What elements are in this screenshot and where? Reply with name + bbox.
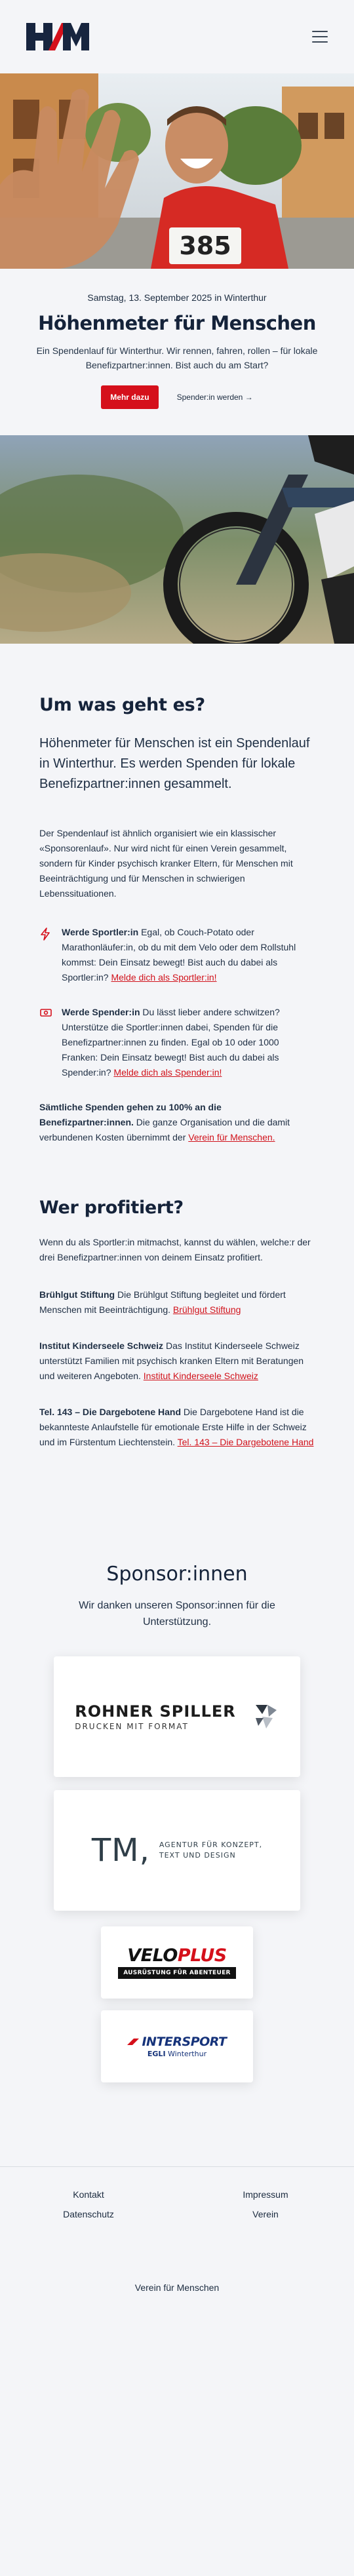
donor-text: Werde Spender:in Du lässt lieber andere … <box>62 1005 315 1080</box>
sponsor-logo-text: ROHNER SPILLER <box>75 1702 236 1721</box>
hamburger-line <box>312 31 328 32</box>
beneficiary-name: Institut Kinderseele Schweiz <box>39 1340 164 1351</box>
register-runner-link[interactable]: Melde dich als Sportler:in! <box>111 972 216 983</box>
association-link[interactable]: Verein für Menschen. <box>188 1132 275 1142</box>
sponsor-tagline: DRUCKEN MIT FORMAT <box>75 1722 189 1731</box>
beneficiary-link-bruehlgut[interactable]: Brühlgut Stiftung <box>173 1304 241 1315</box>
beneficiary-name: Brühlgut Stiftung <box>39 1289 115 1300</box>
logo-mark <box>26 23 89 50</box>
sponsor-veloplus[interactable]: VELOPLUS AUSRÜSTUNG FÜR ABENTEUER <box>101 1926 253 1999</box>
become-donor-link[interactable]: Spender:in werden → <box>177 393 253 402</box>
site-logo[interactable] <box>26 23 89 50</box>
site-footer: Kontakt Impressum Datenschutz Verein Ver… <box>0 2166 354 2319</box>
donation-note: Sämtliche Spenden gehen zu 100% an die B… <box>39 1100 315 1145</box>
sponsor-tagline: AUSRÜSTUNG FÜR ABENTEUER <box>118 1967 236 1979</box>
hamburger-line <box>312 36 328 37</box>
lightning-icon <box>39 925 54 985</box>
donor-role: Werde Spender:in Du lässt lieber andere … <box>39 1005 315 1080</box>
beneficiaries-title: Wer profitiert? <box>39 1198 184 1218</box>
footer-nav: Kontakt Impressum Datenschutz Verein <box>0 2189 354 2219</box>
beneficiary-name: Tel. 143 – Die Dargebotene Hand <box>39 1407 182 1417</box>
about-section: Um was geht es? Höhenmeter für Menschen … <box>0 644 354 1450</box>
about-body: Der Spendenlauf ist ähnlich organisiert … <box>39 828 293 899</box>
hero-lead: Ein Spendenlauf für Winterthur. Wir renn… <box>36 345 318 370</box>
beneficiary-link-kinderseele[interactable]: Institut Kinderseele Schweiz <box>144 1371 258 1381</box>
sponsor-tagline: AGENTUR FÜR KONZEPT, TEXT UND DESIGN <box>159 1841 263 1860</box>
beneficiary-item: Brühlgut Stiftung Die Brühlgut Stiftung … <box>39 1287 315 1317</box>
footer-copyright: Verein für Menschen <box>134 2282 220 2293</box>
bib-number: 385 <box>179 231 231 260</box>
beneficiary-item: Institut Kinderseele Schweiz Das Institu… <box>39 1338 315 1384</box>
event-date: Samstag, 13. September 2025 in Winterthu… <box>87 292 267 303</box>
sponsors-subtitle: Wir danken unseren Sponsor:innen für die… <box>79 1600 275 1628</box>
money-icon <box>39 1005 54 1080</box>
menu-button[interactable] <box>312 31 328 43</box>
hero-image: 385 <box>0 73 354 269</box>
beneficiaries-intro: Wenn du als Sportler:in mitmachst, kanns… <box>39 1237 311 1262</box>
beneficiary-link-143[interactable]: Tel. 143 – Die Dargebotene Hand <box>178 1437 314 1447</box>
site-header <box>0 0 354 73</box>
sponsors-section: Sponsor:innen Wir danken unseren Sponsor… <box>0 1471 354 2166</box>
about-intro: Höhenmeter für Menschen ist ein Spendenl… <box>39 736 310 791</box>
donor-label: Werde Spender:in <box>62 1007 140 1017</box>
hamburger-line <box>312 41 328 43</box>
sponsor-tagline: EGLI Winterthur <box>147 2050 207 2058</box>
intersport-logo-icon <box>127 2039 140 2045</box>
sponsor-logo-text: VELOPLUS <box>127 1945 227 1966</box>
runner-text: Werde Sportler:in Egal, ob Couch-Potato … <box>62 925 315 985</box>
sponsor-intersport[interactable]: INTERSPORT EGLI Winterthur <box>101 2010 253 2082</box>
sponsor-tm-agentur[interactable]: TM, AGENTUR FÜR KONZEPT, TEXT UND DESIGN <box>54 1790 300 1911</box>
sponsor-rohner-spiller[interactable]: ROHNER SPILLER DRUCKEN MIT FORMAT <box>54 1656 300 1777</box>
hero-actions: Mehr dazu Spender:in werden → <box>26 385 328 409</box>
about-title: Um was geht es? <box>39 695 205 715</box>
sponsor-logo-text: INTERSPORT <box>142 2035 227 2049</box>
footer-link-imprint[interactable]: Impressum <box>177 2189 354 2200</box>
register-donor-link[interactable]: Melde dich als Spender:in! <box>113 1067 222 1078</box>
runner-label: Werde Sportler:in <box>62 927 139 937</box>
sponsors-title: Sponsor:innen <box>106 1563 248 1586</box>
footer-link-privacy[interactable]: Datenschutz <box>0 2209 177 2219</box>
runner-role: Werde Sportler:in Egal, ob Couch-Potato … <box>39 925 315 985</box>
sponsor-logo-text: TM, <box>91 1832 150 1869</box>
footer-link-contact[interactable]: Kontakt <box>0 2189 177 2200</box>
cyclist-image <box>0 435 354 644</box>
more-info-button[interactable]: Mehr dazu <box>101 385 159 409</box>
rohner-logo-icon <box>255 1705 277 1728</box>
beneficiary-item: Tel. 143 – Die Dargebotene Hand Die Darg… <box>39 1405 315 1450</box>
page-title: Höhenmeter für Menschen <box>38 312 316 334</box>
hero: Samstag, 13. September 2025 in Winterthu… <box>0 269 354 435</box>
footer-link-association[interactable]: Verein <box>177 2209 354 2219</box>
